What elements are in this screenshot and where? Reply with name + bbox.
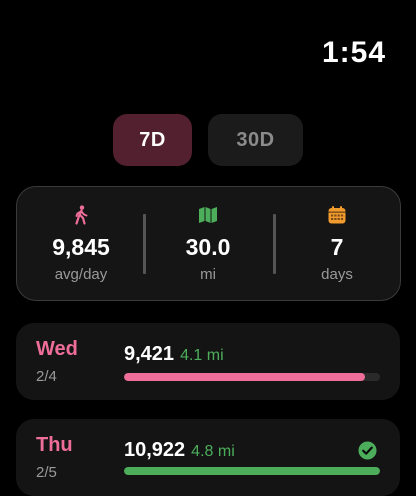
checkmark-circle-icon (358, 441, 377, 460)
day-steps: 10,922 4.8 mi (124, 439, 235, 462)
day-steps-value: 9,421 (124, 343, 175, 365)
day-distance: 4.1 mi (180, 347, 224, 364)
day-steps-value: 10,922 (124, 439, 186, 461)
progress-bar (124, 373, 380, 381)
day-steps: 9,421 4.1 mi (124, 343, 224, 366)
avg-steps-value: 9,845 (52, 234, 110, 260)
days-unit: days (321, 266, 353, 283)
summary-card: 9,845 avg/day 30.0 mi 7 days (16, 186, 401, 301)
calendar-icon (328, 205, 346, 225)
day-row-thu[interactable]: Thu 2/5 10,922 4.8 mi (16, 419, 400, 496)
days-value: 7 (330, 234, 344, 260)
day-date: 2/5 (36, 464, 57, 481)
progress-bar (124, 467, 380, 475)
walking-figure-icon (73, 205, 89, 225)
distance-stat: 30.0 mi (144, 187, 272, 300)
map-icon (198, 205, 218, 225)
distance-unit: mi (200, 266, 216, 283)
day-date: 2/4 (36, 368, 57, 385)
range-30d-button[interactable]: 30D (208, 114, 303, 166)
avg-steps-unit: avg/day (54, 266, 108, 283)
avg-steps-stat: 9,845 avg/day (17, 187, 145, 300)
day-distance: 4.8 mi (191, 443, 235, 460)
day-row-wed[interactable]: Wed 2/4 9,421 4.1 mi (16, 323, 400, 400)
status-time: 1:54 (321, 36, 386, 69)
day-name: Wed (36, 338, 78, 360)
progress-fill (124, 373, 365, 381)
progress-fill (124, 467, 380, 475)
day-name: Thu (36, 434, 73, 456)
distance-value: 30.0 (185, 234, 231, 260)
days-stat: 7 days (273, 187, 401, 300)
range-7d-button[interactable]: 7D (113, 114, 192, 166)
